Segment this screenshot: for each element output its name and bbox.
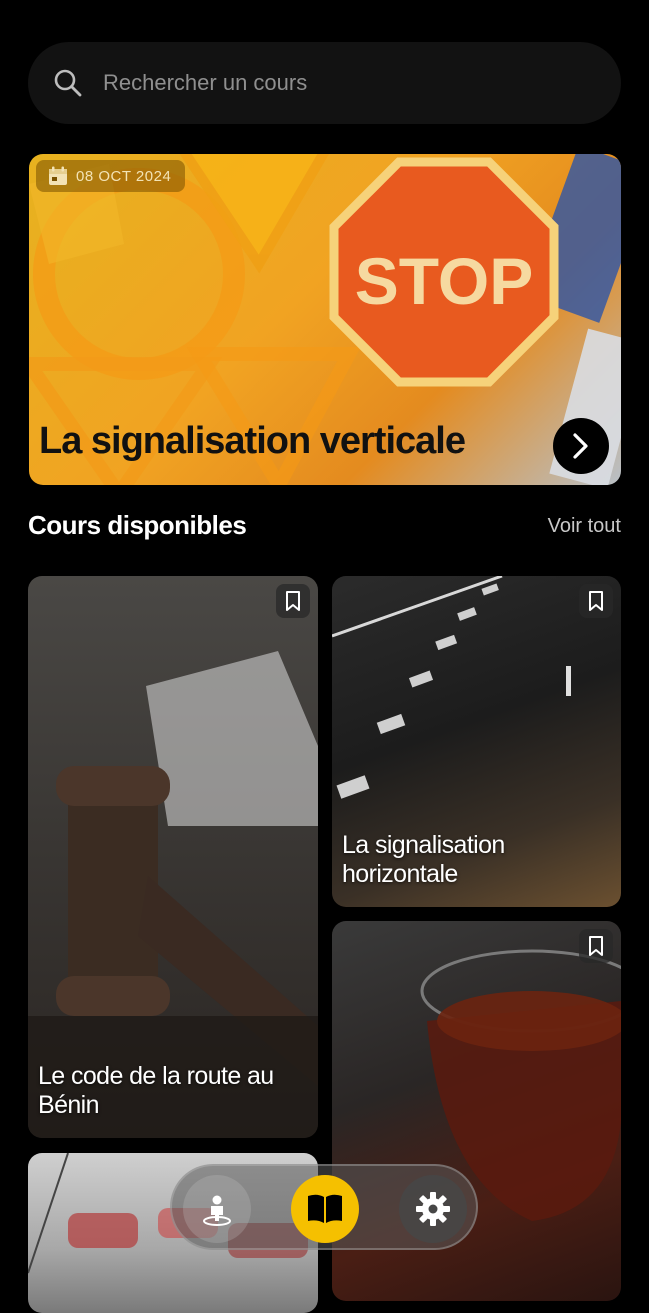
bookmark-icon (589, 591, 603, 611)
see-all-link[interactable]: Voir tout (548, 515, 621, 538)
bookmark-icon (286, 591, 300, 611)
featured-next-button[interactable] (553, 418, 609, 474)
gavel-image (28, 651, 318, 1138)
featured-date: 08 OCT 2024 (76, 167, 172, 185)
calendar-icon (49, 166, 67, 185)
nav-explore-button[interactable] (183, 1175, 251, 1243)
nav-settings-button[interactable] (399, 1175, 467, 1243)
bookmark-button[interactable] (276, 584, 310, 618)
search-input[interactable] (101, 69, 555, 97)
date-badge: 08 OCT 2024 (36, 160, 186, 192)
gear-icon (416, 1192, 450, 1226)
bookmark-button[interactable] (579, 584, 613, 618)
bookmark-button[interactable] (579, 929, 613, 963)
book-icon (308, 1194, 342, 1223)
course-card[interactable]: Le code de la route au Bénin (28, 576, 318, 1138)
stop-sign-text: STOP (355, 244, 534, 318)
search-bar[interactable] (28, 42, 621, 124)
course-card[interactable]: La signalisation horizontale (332, 576, 621, 907)
bookmark-icon (589, 936, 603, 956)
featured-title: La signalisation verticale (39, 420, 466, 462)
chevron-right-icon (573, 433, 588, 459)
course-title: La signalisation horizontale (342, 831, 505, 888)
course-title: Le code de la route au Bénin (38, 1062, 274, 1119)
bottom-nav (170, 1164, 478, 1250)
person-pin-icon (203, 1195, 231, 1226)
search-icon (54, 69, 82, 97)
section-title: Cours disponibles (28, 510, 247, 540)
nav-courses-button[interactable] (291, 1175, 359, 1243)
